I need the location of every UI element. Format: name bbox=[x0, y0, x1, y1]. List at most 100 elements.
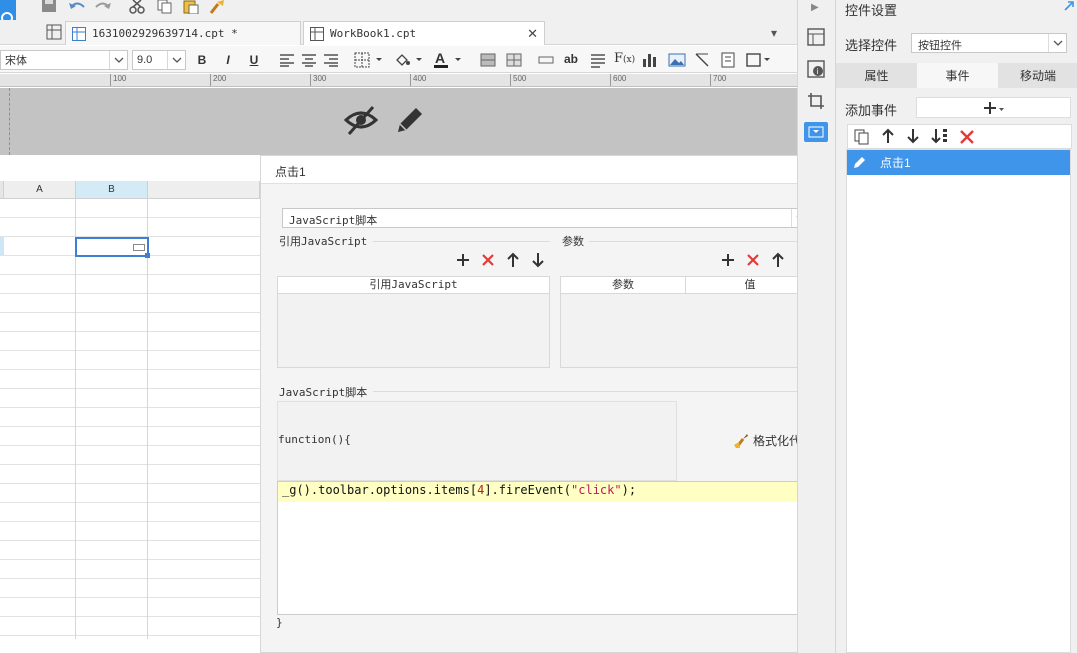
sheet-row[interactable] bbox=[0, 256, 260, 275]
control-type-value: 按钮控件 bbox=[918, 40, 962, 52]
code-line: _g().toolbar.options.items[4].fireEvent(… bbox=[278, 482, 813, 502]
border-icon[interactable] bbox=[354, 52, 384, 68]
selected-cell[interactable] bbox=[75, 237, 150, 258]
widget-info-icon[interactable]: i bbox=[807, 60, 825, 78]
delete-param-button[interactable] bbox=[746, 253, 760, 267]
copy-icon[interactable] bbox=[156, 0, 174, 14]
split-cells-icon[interactable] bbox=[506, 52, 522, 68]
event-list: 点击1 bbox=[846, 149, 1071, 653]
column-header-a[interactable]: A bbox=[4, 181, 76, 199]
move-up-event-icon[interactable] bbox=[882, 128, 894, 144]
sheet-row[interactable] bbox=[0, 636, 260, 653]
move-up-param-button[interactable] bbox=[772, 252, 784, 268]
add-ref-button[interactable] bbox=[456, 253, 470, 267]
sheet-row[interactable] bbox=[0, 522, 260, 541]
sort-events-icon[interactable] bbox=[931, 128, 949, 146]
grid-top-spacer bbox=[0, 155, 260, 181]
sheet-row[interactable] bbox=[0, 313, 260, 332]
tab-properties[interactable]: 属性 bbox=[836, 63, 917, 88]
hide-eye-icon[interactable] bbox=[344, 104, 378, 136]
tab-overflow-icon[interactable]: ▾ bbox=[771, 26, 777, 40]
redo-icon[interactable] bbox=[94, 0, 112, 14]
merge-cells-icon[interactable] bbox=[480, 52, 496, 68]
font-color-icon[interactable]: A bbox=[433, 50, 463, 70]
fill-handle[interactable] bbox=[145, 253, 150, 258]
sheet-row[interactable] bbox=[0, 294, 260, 313]
sheet-row[interactable] bbox=[0, 218, 260, 237]
code-token: ); bbox=[621, 483, 637, 497]
delete-ref-button[interactable] bbox=[481, 253, 495, 267]
subreport-icon[interactable] bbox=[720, 52, 736, 68]
expand-icon[interactable] bbox=[1063, 0, 1075, 12]
params-group-label: 参数 bbox=[562, 236, 584, 248]
undo-icon[interactable] bbox=[68, 0, 86, 14]
font-size-value: 9.0 bbox=[137, 54, 153, 66]
add-param-button[interactable] bbox=[721, 253, 735, 267]
bold-button[interactable]: B bbox=[194, 52, 210, 68]
sheet-row[interactable] bbox=[0, 275, 260, 294]
sheet-row[interactable] bbox=[0, 484, 260, 503]
font-family-select[interactable]: 宋体 bbox=[0, 50, 128, 70]
control-type-select[interactable]: 按钮控件 bbox=[911, 33, 1067, 53]
tab-close-icon[interactable]: ✕ bbox=[527, 26, 538, 42]
sheet-row[interactable] bbox=[0, 427, 260, 446]
underline-button[interactable]: U bbox=[246, 52, 262, 68]
text-type-icon[interactable]: ab bbox=[564, 52, 578, 66]
multiline-text-icon[interactable] bbox=[590, 52, 606, 68]
tab-workbook[interactable]: WorkBook1.cpt ✕ bbox=[303, 21, 545, 45]
add-event-button[interactable] bbox=[916, 97, 1071, 118]
move-down-ref-button[interactable] bbox=[532, 252, 544, 268]
sheet-row[interactable] bbox=[0, 446, 260, 465]
align-center-icon[interactable] bbox=[301, 53, 317, 67]
group-divider bbox=[589, 241, 815, 242]
sheet-row[interactable] bbox=[0, 579, 260, 598]
selected-row-marker bbox=[0, 237, 4, 256]
sheet-row[interactable] bbox=[0, 370, 260, 389]
font-size-select[interactable]: 9.0 bbox=[132, 50, 186, 70]
fill-color-icon[interactable] bbox=[394, 52, 424, 68]
sheet-row[interactable] bbox=[0, 560, 260, 579]
sheet-row[interactable] bbox=[0, 332, 260, 351]
formula-icon[interactable]: F(x) bbox=[614, 51, 635, 66]
collapse-arrow-icon[interactable]: ▶ bbox=[811, 2, 819, 13]
sheet-row[interactable] bbox=[0, 408, 260, 427]
sheet-row[interactable] bbox=[0, 541, 260, 560]
sheet-row[interactable] bbox=[0, 465, 260, 484]
tab-mobile[interactable]: 移动端 bbox=[998, 63, 1077, 88]
widget-tree-icon[interactable] bbox=[807, 28, 825, 46]
paste-icon[interactable] bbox=[182, 0, 200, 14]
align-left-icon[interactable] bbox=[279, 53, 295, 67]
copy-event-icon[interactable] bbox=[854, 129, 870, 145]
move-up-ref-button[interactable] bbox=[507, 252, 519, 268]
crop-frame-icon[interactable] bbox=[807, 92, 825, 110]
format-painter-icon[interactable] bbox=[208, 0, 226, 14]
sheet-row[interactable] bbox=[0, 598, 260, 617]
script-type-select[interactable]: JavaScript脚本 bbox=[282, 208, 810, 228]
chart-icon[interactable] bbox=[642, 52, 658, 68]
sheet-row[interactable] bbox=[0, 199, 260, 218]
code-editor[interactable]: _g().toolbar.options.items[4].fireEvent(… bbox=[277, 481, 814, 615]
column-header-b[interactable]: B bbox=[76, 181, 148, 199]
align-right-icon[interactable] bbox=[323, 53, 339, 67]
cut-icon[interactable] bbox=[128, 0, 146, 14]
tab-events[interactable]: 事件 bbox=[917, 63, 998, 88]
delete-event-icon[interactable] bbox=[959, 129, 975, 145]
widget-frame-icon[interactable] bbox=[746, 52, 772, 68]
grid-view-icon[interactable] bbox=[46, 24, 62, 40]
italic-button[interactable]: I bbox=[220, 52, 236, 68]
save-icon[interactable] bbox=[40, 0, 58, 14]
slash-line-icon[interactable] bbox=[694, 52, 710, 68]
image-icon[interactable] bbox=[668, 52, 686, 68]
edit-pencil-icon[interactable] bbox=[394, 104, 426, 136]
move-down-event-icon[interactable] bbox=[907, 128, 919, 144]
report-file-icon bbox=[310, 26, 324, 41]
sheet-row[interactable] bbox=[0, 617, 260, 636]
sheet-row[interactable] bbox=[0, 351, 260, 370]
sheet-row[interactable] bbox=[0, 503, 260, 522]
tab-cpt-file[interactable]: 1631002929639714.cpt * bbox=[65, 21, 301, 45]
text-field-icon[interactable] bbox=[538, 52, 554, 68]
event-list-item[interactable]: 点击1 bbox=[847, 150, 1070, 175]
ruler-mark: 600 bbox=[610, 74, 626, 86]
widget-settings-icon[interactable] bbox=[804, 122, 828, 142]
sheet-row[interactable] bbox=[0, 389, 260, 408]
